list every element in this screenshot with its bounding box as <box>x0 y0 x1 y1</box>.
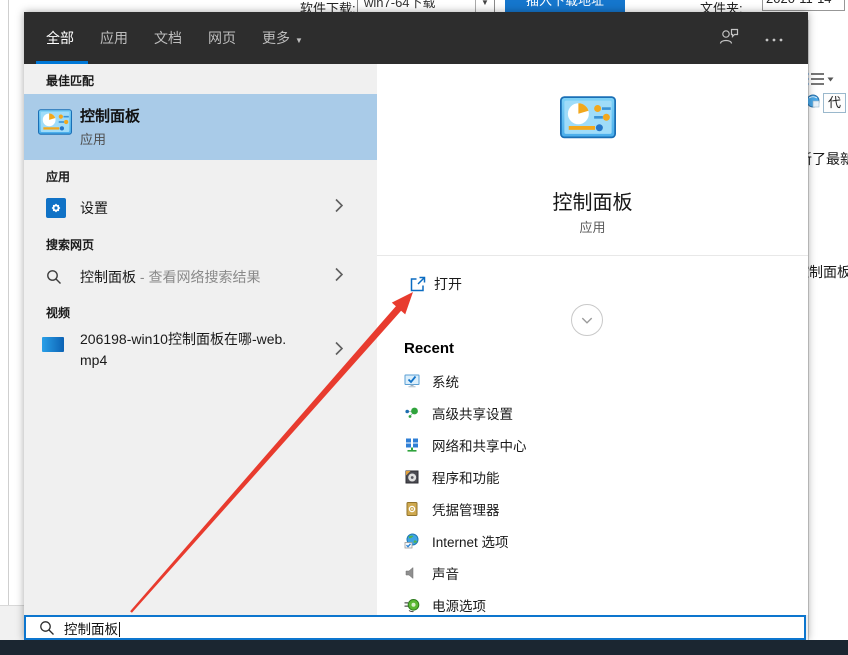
globe-icon <box>806 94 820 113</box>
web-section-header: 搜索网页 <box>46 236 94 253</box>
tab-apps[interactable]: 应用 <box>100 28 128 48</box>
recent-item-credential-manager[interactable]: 凭据管理器 <box>377 493 808 525</box>
expand-button[interactable] <box>571 304 603 336</box>
settings-gear-icon <box>46 198 66 218</box>
background-code-box[interactable]: 代 <box>823 93 846 113</box>
power-options-icon <box>404 597 420 613</box>
control-panel-icon <box>560 96 616 147</box>
best-match-title: 控制面板 <box>80 105 140 126</box>
network-center-icon <box>404 437 420 453</box>
preview-title: 控制面板 <box>377 186 808 215</box>
folder-date-input[interactable]: 2020-11-14 <box>762 0 845 11</box>
search-input[interactable]: 控制面板 <box>24 615 806 640</box>
search-filter-bar: 全部 应用 文档 网页 更多▼ <box>24 12 808 64</box>
preview-pane: 控制面板 应用 打开 Recent <box>377 64 808 615</box>
best-match-item[interactable]: 控制面板 应用 <box>24 94 377 160</box>
sharing-settings-icon <box>404 405 420 421</box>
videos-section-header: 视频 <box>46 304 70 321</box>
background-left-footer <box>0 606 24 640</box>
best-match-subtitle: 应用 <box>80 129 106 148</box>
tab-all[interactable]: 全部 <box>46 28 74 48</box>
divider <box>377 255 808 256</box>
internet-options-icon <box>404 533 420 549</box>
chevron-right-icon <box>335 268 343 287</box>
more-options-icon[interactable] <box>764 29 784 47</box>
video-item[interactable]: 206198-win10控制面板在哪-web.mp4 <box>24 326 377 376</box>
feedback-icon[interactable] <box>718 27 740 50</box>
video-item-label: 206198-win10控制面板在哪-web.mp4 <box>80 329 292 371</box>
results-pane: 最佳匹配 <box>24 64 377 615</box>
tab-web[interactable]: 网页 <box>208 28 236 48</box>
insert-download-button[interactable]: 插入下载地址 <box>505 0 625 12</box>
settings-item[interactable]: 设置 <box>24 190 377 226</box>
open-action-label: 打开 <box>434 274 462 294</box>
tab-documents[interactable]: 文档 <box>154 28 182 48</box>
recent-item-programs-features[interactable]: 程序和功能 <box>377 461 808 493</box>
recent-item-network-center[interactable]: 网络和共享中心 <box>377 429 808 461</box>
search-input-value: 控制面板 <box>64 618 120 638</box>
background-globe-field: 代 <box>806 93 846 113</box>
open-action[interactable]: 打开 <box>377 264 808 304</box>
tab-more[interactable]: 更多▼ <box>262 28 303 48</box>
open-external-icon <box>410 276 426 297</box>
taskbar[interactable] <box>0 640 848 655</box>
chevron-right-icon <box>335 342 343 361</box>
system-monitor-icon <box>404 373 420 389</box>
recent-item-sharing-settings[interactable]: 高级共享设置 <box>377 397 808 429</box>
credential-manager-icon <box>404 501 420 517</box>
recent-item-power-options[interactable]: 电源选项 <box>377 589 808 615</box>
video-thumbnail-icon <box>42 337 64 352</box>
background-right-pane <box>808 20 848 640</box>
recent-item-system[interactable]: 系统 <box>377 365 808 397</box>
list-options-icon[interactable] <box>804 71 834 92</box>
screen: 软件下载: win7-64下载 ▼ 插入下载地址 文件夹: 2020-11-14 <box>0 0 848 655</box>
web-search-item-label: 控制面板 - 查看网络搜索结果 <box>80 267 260 287</box>
recent-header: Recent <box>404 340 454 357</box>
preview-subtitle: 应用 <box>377 217 808 236</box>
recent-item-sound[interactable]: 声音 <box>377 557 808 589</box>
background-left-border <box>8 0 9 640</box>
sound-icon <box>404 565 420 581</box>
search-flyout: 全部 应用 文档 网页 更多▼ <box>24 12 808 640</box>
web-search-item[interactable]: 控制面板 - 查看网络搜索结果 <box>24 258 377 296</box>
search-icon <box>46 269 62 290</box>
best-match-header: 最佳匹配 <box>46 72 94 89</box>
chevron-down-icon: ▼ <box>295 36 303 45</box>
search-icon <box>39 620 55 641</box>
recent-item-internet-options[interactable]: Internet 选项 <box>377 525 808 557</box>
apps-section-header: 应用 <box>46 168 70 185</box>
control-panel-icon <box>38 109 72 142</box>
chevron-right-icon <box>335 199 343 218</box>
programs-features-icon <box>404 469 420 485</box>
recent-list: 系统 高级共享设置 <box>377 365 808 615</box>
text-caret <box>119 622 120 637</box>
settings-item-label: 设置 <box>80 198 108 218</box>
